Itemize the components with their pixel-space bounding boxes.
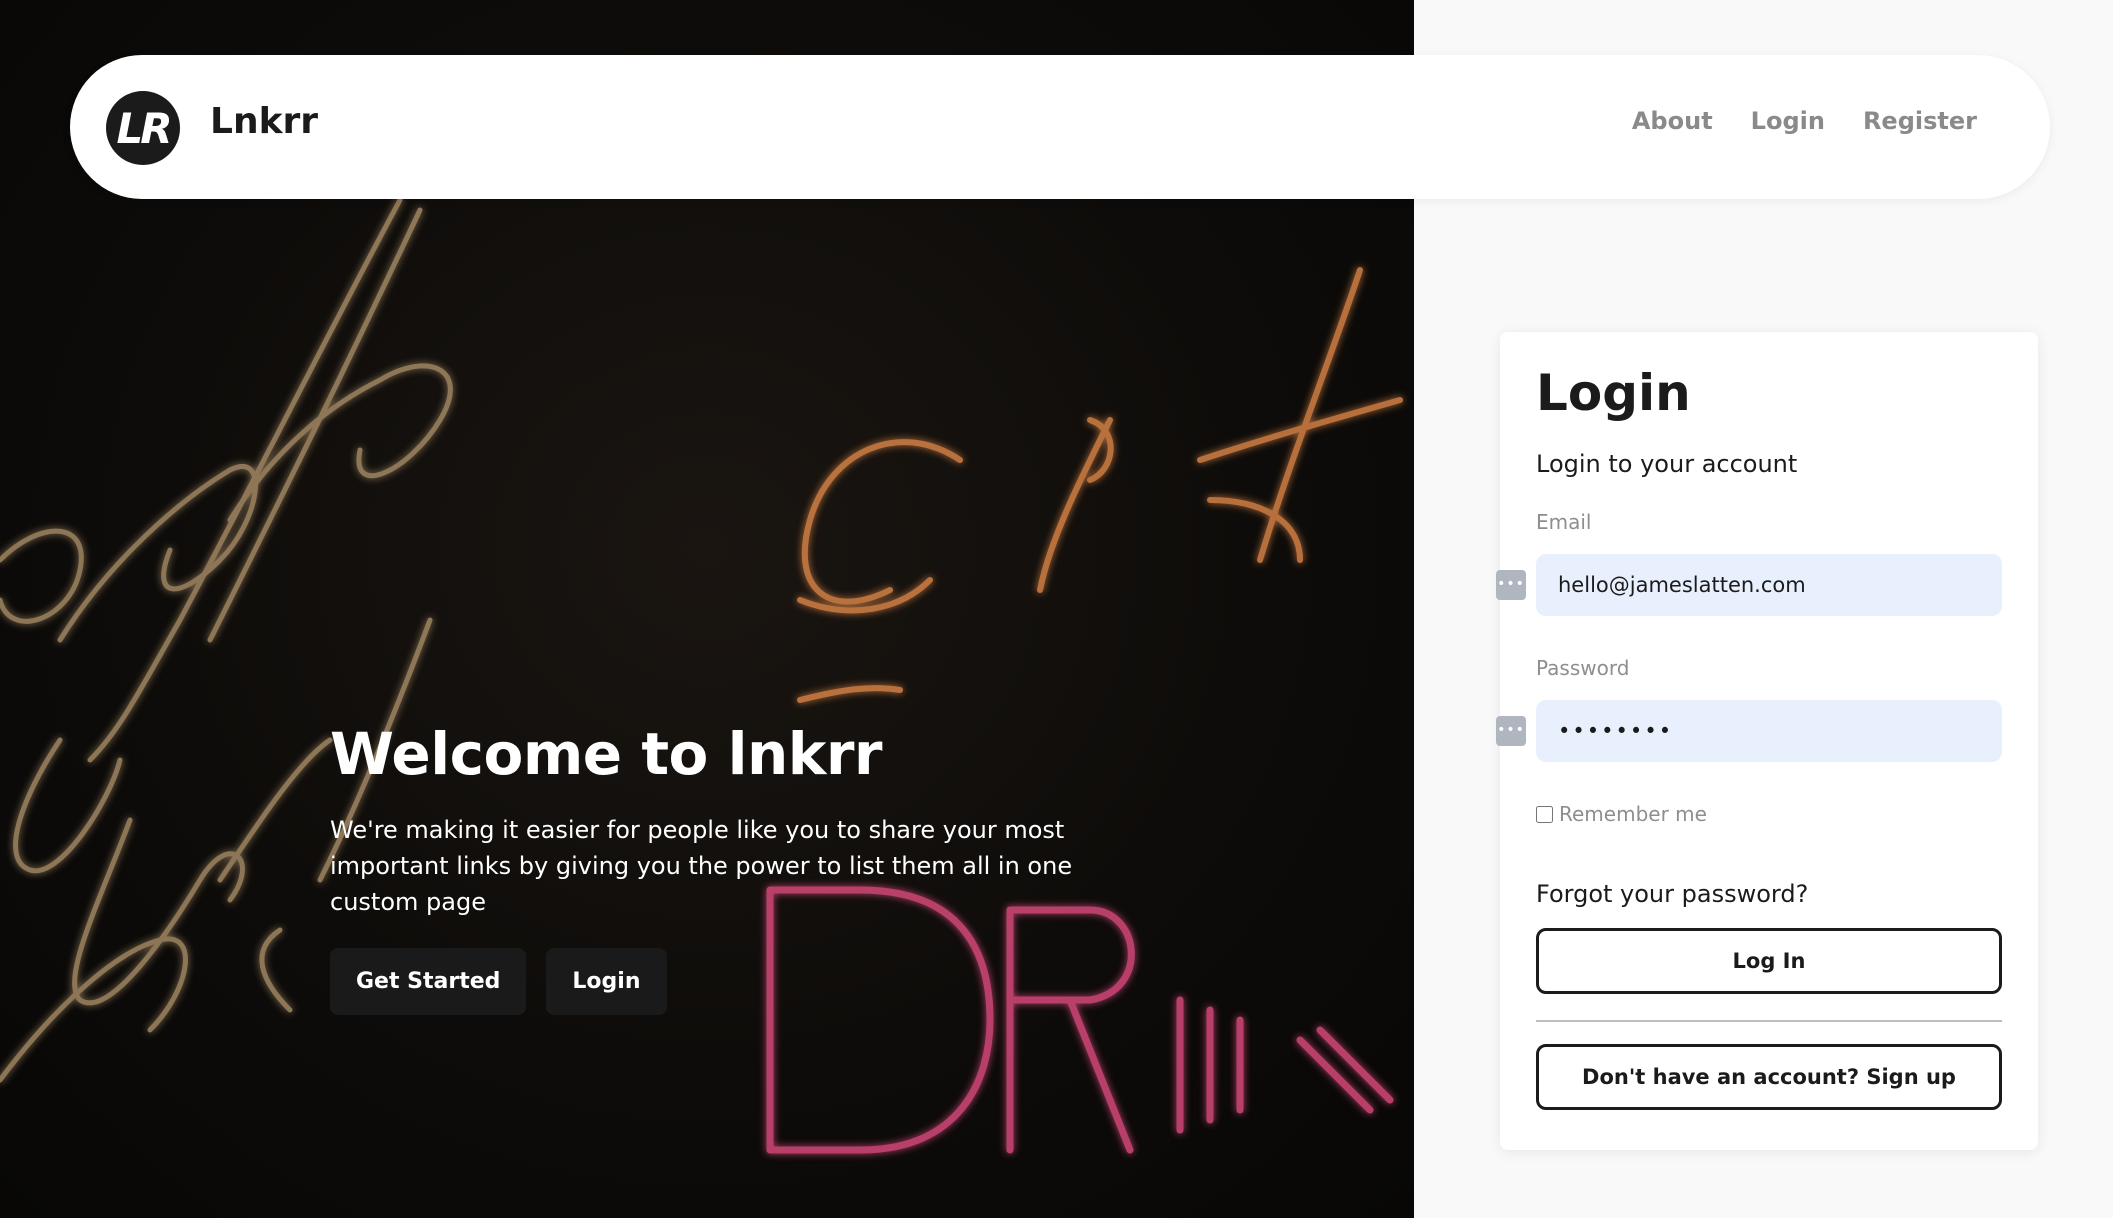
hero-login-button[interactable]: Login (546, 948, 667, 1015)
top-navbar: LR Lnkrr About Login Register (70, 55, 2050, 199)
login-subtitle: Login to your account (1536, 450, 1798, 478)
nav-links: About Login Register (1632, 107, 1977, 135)
email-label: Email (1536, 510, 1592, 534)
remember-me-checkbox[interactable] (1536, 805, 1553, 823)
login-title: Login (1536, 364, 1691, 422)
nav-link-login[interactable]: Login (1751, 107, 1825, 135)
logo-icon[interactable]: LR (106, 91, 180, 165)
nav-link-about[interactable]: About (1632, 107, 1713, 135)
key-autofill-icon[interactable]: ••• (1496, 570, 1526, 600)
hero-text: Welcome to lnkrr We're making it easier … (330, 720, 1090, 920)
email-field[interactable] (1536, 554, 2002, 616)
remember-me[interactable]: Remember me (1536, 802, 1707, 826)
login-card: Login Login to your account Email ••• Pa… (1496, 332, 2038, 1150)
hero-title: Welcome to lnkrr (330, 720, 883, 788)
hero-actions: Get Started Login (330, 948, 667, 1015)
key-autofill-icon[interactable]: ••• (1496, 716, 1526, 746)
sign-up-button[interactable]: Don't have an account? Sign up (1536, 1044, 2002, 1110)
get-started-button[interactable]: Get Started (330, 948, 527, 1015)
password-label: Password (1536, 656, 1630, 680)
password-field[interactable] (1536, 700, 2002, 762)
remember-me-label: Remember me (1559, 802, 1707, 826)
brand-name[interactable]: Lnkrr (210, 101, 318, 142)
forgot-password-link[interactable]: Forgot your password? (1536, 880, 1808, 908)
divider (1536, 1020, 2002, 1022)
hero-description: We're making it easier for people like y… (330, 816, 1073, 916)
nav-link-register[interactable]: Register (1863, 107, 1977, 135)
log-in-button[interactable]: Log In (1536, 928, 2002, 994)
